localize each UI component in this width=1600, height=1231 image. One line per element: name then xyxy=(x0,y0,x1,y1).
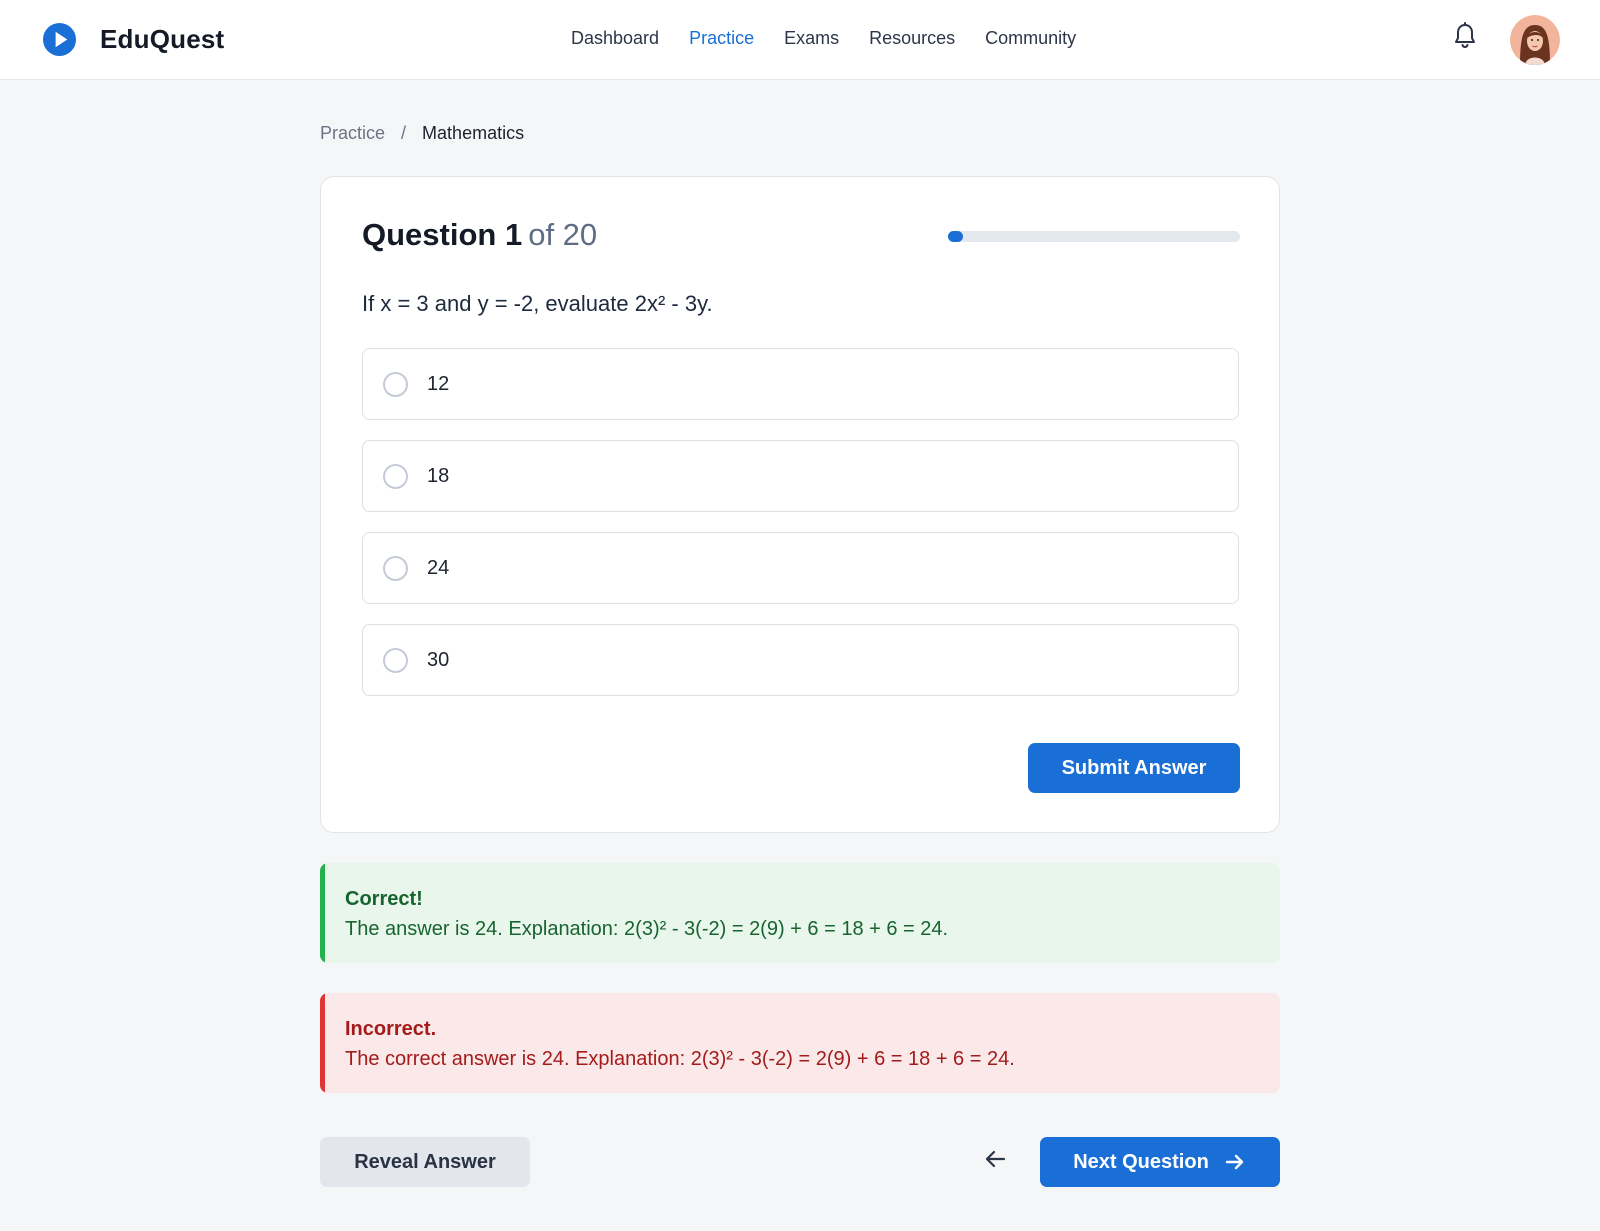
question-number: Question 1 xyxy=(362,217,523,252)
top-navigation-bar: EduQuest Dashboard Practice Exams Resour… xyxy=(0,0,1600,80)
answer-option-label: 24 xyxy=(427,557,450,579)
next-question-button[interactable]: Next Question xyxy=(1040,1137,1280,1187)
nav-item-community[interactable]: Community xyxy=(985,28,1076,49)
question-heading: Question 1 of 20 xyxy=(362,217,597,253)
question-card: Question 1 of 20 If x = 3 and y = -2, eva… xyxy=(320,176,1280,833)
alert-body: The correct answer is 24. Explanation: 2… xyxy=(345,1048,1015,1070)
reveal-answer-button[interactable]: Reveal Answer xyxy=(320,1137,530,1187)
incorrect-feedback-alert: Incorrect. The correct answer is 24. Exp… xyxy=(320,993,1280,1093)
answer-option-label: 12 xyxy=(427,373,450,395)
alert-body: The answer is 24. Explanation: 2(3)² - 3… xyxy=(345,918,949,940)
answer-option[interactable]: 30 xyxy=(362,624,1239,696)
progress-bar xyxy=(948,231,1240,242)
arrow-right-icon xyxy=(1225,1154,1243,1170)
radio-button[interactable] xyxy=(383,648,408,673)
breadcrumb-practice[interactable]: Practice xyxy=(320,123,385,144)
answer-option[interactable]: 24 xyxy=(362,532,1239,604)
avatar[interactable] xyxy=(1510,15,1560,65)
answer-option-label: 18 xyxy=(427,465,450,487)
radio-button[interactable] xyxy=(383,464,408,489)
breadcrumb-current: Mathematics xyxy=(422,123,525,143)
breadcrumb: Practice / Mathematics xyxy=(320,123,524,144)
answer-option-label: 30 xyxy=(427,649,450,671)
progress-fill xyxy=(948,231,963,242)
nav-item-exams[interactable]: Exams xyxy=(784,28,839,49)
user-avatar-image xyxy=(1510,15,1560,65)
alert-title: Incorrect. xyxy=(345,1018,437,1040)
radio-button[interactable] xyxy=(383,556,408,581)
question-total: of 20 xyxy=(528,217,598,252)
alert-title: Correct! xyxy=(345,888,423,910)
brand[interactable]: EduQuest xyxy=(42,22,224,57)
submit-answer-button[interactable]: Submit Answer xyxy=(1028,743,1240,793)
alert-accent-bar xyxy=(320,863,325,963)
answer-option[interactable]: 12 xyxy=(362,348,1239,420)
next-question-label: Next Question xyxy=(1073,1150,1209,1173)
breadcrumb-separator: / xyxy=(401,123,407,143)
correct-feedback-alert: Correct! The answer is 24. Explanation: … xyxy=(320,863,1280,963)
nav-item-resources[interactable]: Resources xyxy=(869,28,955,49)
nav-item-practice[interactable]: Practice xyxy=(689,28,754,49)
bell-icon[interactable] xyxy=(1453,22,1477,50)
alert-accent-bar xyxy=(320,993,325,1093)
nav-item-dashboard[interactable]: Dashboard xyxy=(571,28,659,49)
main-nav: Dashboard Practice Exams Resources Commu… xyxy=(571,28,1106,49)
question-text: If x = 3 and y = -2, evaluate 2x² - 3y. xyxy=(362,291,713,316)
arrow-left-icon[interactable] xyxy=(980,1144,1010,1174)
play-circle-icon xyxy=(42,22,77,57)
app-name: EduQuest xyxy=(100,24,225,54)
radio-button[interactable] xyxy=(383,372,408,397)
answer-option[interactable]: 18 xyxy=(362,440,1239,512)
